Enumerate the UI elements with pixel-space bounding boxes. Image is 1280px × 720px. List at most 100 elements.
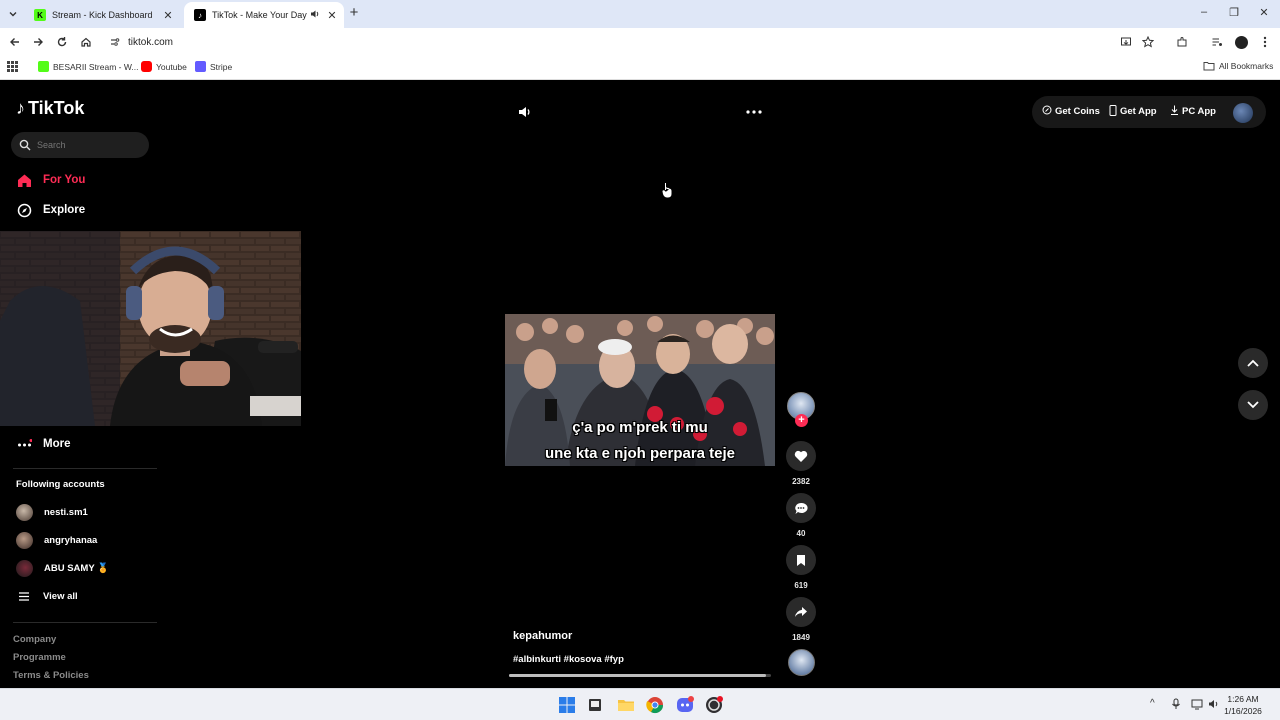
- comment-button[interactable]: [786, 493, 816, 523]
- profile-avatar[interactable]: [1233, 34, 1249, 50]
- file-explorer-icon[interactable]: [617, 696, 635, 714]
- volume-tray-icon[interactable]: [1208, 698, 1220, 713]
- search-box[interactable]: [11, 132, 149, 158]
- tab-title: TikTok - Make Your Day: [212, 10, 307, 20]
- share-arrow-icon: [795, 607, 807, 617]
- nav-for-you[interactable]: For You: [16, 172, 85, 188]
- pc-app-button[interactable]: PC App: [1170, 105, 1216, 117]
- comment-icon: [795, 502, 808, 514]
- task-view-icon[interactable]: [586, 696, 604, 714]
- tray-overflow-icon[interactable]: ^: [1150, 698, 1155, 709]
- like-action: 2382: [786, 441, 816, 486]
- microphone-icon[interactable]: [1171, 698, 1181, 713]
- network-icon[interactable]: [1191, 698, 1203, 713]
- share-action: 1849: [786, 597, 816, 642]
- video-hashtags[interactable]: #albinkurti #kosova #fyp: [513, 654, 624, 665]
- kick-icon: [38, 61, 49, 72]
- video-player[interactable]: ç'a po m'prek ti mu une kta e njoh perpa…: [505, 314, 775, 466]
- nav-more[interactable]: More: [16, 436, 70, 452]
- nav-explore[interactable]: Explore: [16, 202, 85, 218]
- list-icon: [16, 592, 32, 601]
- taskbar: ^ 1:26 AM 1/16/2026: [0, 688, 1280, 720]
- heart-icon: [794, 450, 808, 462]
- sound-disc-avatar[interactable]: [788, 649, 815, 676]
- bookmark-besarii-stream[interactable]: BESARII Stream - W...: [38, 61, 139, 72]
- apps-grid-icon[interactable]: [7, 61, 18, 72]
- close-tab-icon[interactable]: ✕: [160, 9, 176, 22]
- extensions-icon[interactable]: [1174, 34, 1190, 50]
- video-frame-image: [505, 314, 775, 466]
- search-icon: [19, 139, 31, 151]
- bookmark-star-icon[interactable]: [1140, 34, 1156, 50]
- account-name: angryhanaa: [44, 535, 98, 546]
- hand-cursor-icon: [662, 183, 672, 198]
- system-clock[interactable]: 1:26 AM 1/16/2026: [1223, 693, 1263, 717]
- share-button[interactable]: [786, 597, 816, 627]
- following-accounts-header: Following accounts: [16, 479, 105, 490]
- tab-tiktok[interactable]: ♪ TikTok - Make Your Day ✕: [184, 2, 344, 28]
- video-caption-line2: une kta e njoh perpara teje: [544, 445, 736, 462]
- url-text[interactable]: tiktok.com: [128, 37, 173, 48]
- next-video-button[interactable]: [1238, 390, 1268, 420]
- media-controls-icon[interactable]: [1209, 34, 1225, 50]
- omnibox[interactable]: tiktok.com: [102, 31, 1162, 53]
- user-avatar[interactable]: [1233, 103, 1253, 123]
- coin-icon: [1042, 105, 1052, 117]
- reload-button[interactable]: [54, 34, 70, 50]
- clock-time: 1:26 AM: [1227, 694, 1259, 704]
- webcam-image: [0, 231, 301, 426]
- tiktok-logo[interactable]: ♪ TikTok: [16, 98, 84, 119]
- video-progress-bar[interactable]: [509, 674, 771, 677]
- following-account-item[interactable]: ABU SAMY 🏅: [16, 560, 109, 577]
- home-icon: [16, 172, 32, 188]
- close-tab-icon[interactable]: ✕: [324, 9, 340, 22]
- pc-app-label: PC App: [1182, 105, 1216, 117]
- site-info-icon[interactable]: [110, 37, 120, 47]
- following-account-item[interactable]: angryhanaa: [16, 532, 97, 549]
- install-app-icon[interactable]: [1118, 34, 1134, 50]
- compass-icon: [16, 202, 32, 218]
- footer-link-company[interactable]: Company: [13, 634, 56, 645]
- like-button[interactable]: [786, 441, 816, 471]
- volume-button[interactable]: [517, 104, 533, 120]
- account-name: nesti.sm1: [44, 507, 88, 518]
- tab-audio-icon[interactable]: [310, 9, 320, 21]
- forward-button[interactable]: [30, 34, 46, 50]
- arrow-right-icon: [34, 38, 43, 46]
- new-tab-button[interactable]: +: [346, 5, 362, 21]
- nav-label: For You: [43, 174, 86, 186]
- home-button[interactable]: [78, 34, 94, 50]
- bookmark-stripe[interactable]: Stripe: [195, 61, 232, 72]
- get-app-button[interactable]: Get App: [1109, 105, 1157, 118]
- previous-video-button[interactable]: [1238, 348, 1268, 378]
- windows-start-icon[interactable]: [558, 696, 576, 714]
- view-all-button[interactable]: View all: [16, 591, 78, 602]
- minimize-icon[interactable]: –: [1197, 6, 1211, 18]
- avatar: [16, 532, 33, 549]
- tab-search-button[interactable]: [4, 5, 22, 23]
- window-close-icon[interactable]: ✕: [1257, 6, 1271, 19]
- reload-icon: [57, 37, 67, 47]
- footer-link-programme[interactable]: Programme: [13, 652, 66, 663]
- tab-kick-dashboard[interactable]: K Stream - Kick Dashboard ✕: [24, 2, 180, 28]
- discord-icon[interactable]: [676, 696, 694, 714]
- chrome-icon[interactable]: [646, 696, 664, 714]
- kebab-menu-icon[interactable]: [1257, 34, 1273, 50]
- more-options-button[interactable]: [745, 104, 763, 120]
- follow-plus-icon[interactable]: +: [795, 414, 808, 427]
- video-author[interactable]: kepahumor: [513, 630, 572, 642]
- get-coins-button[interactable]: Get Coins: [1042, 105, 1100, 117]
- view-all-label: View all: [43, 591, 78, 602]
- restore-icon[interactable]: ❐: [1227, 6, 1241, 19]
- all-bookmarks-label: All Bookmarks: [1219, 61, 1274, 71]
- tiktok-note-icon: ♪: [16, 98, 25, 118]
- back-button[interactable]: [7, 34, 23, 50]
- all-bookmarks-button[interactable]: All Bookmarks: [1203, 61, 1273, 71]
- obs-icon[interactable]: [705, 696, 723, 714]
- save-button[interactable]: [786, 545, 816, 575]
- search-input[interactable]: [37, 140, 137, 150]
- following-account-item[interactable]: nesti.sm1: [16, 504, 88, 521]
- chevron-up-icon: [1247, 359, 1259, 367]
- bookmark-youtube[interactable]: Youtube: [141, 61, 187, 72]
- footer-link-terms[interactable]: Terms & Policies: [13, 670, 89, 681]
